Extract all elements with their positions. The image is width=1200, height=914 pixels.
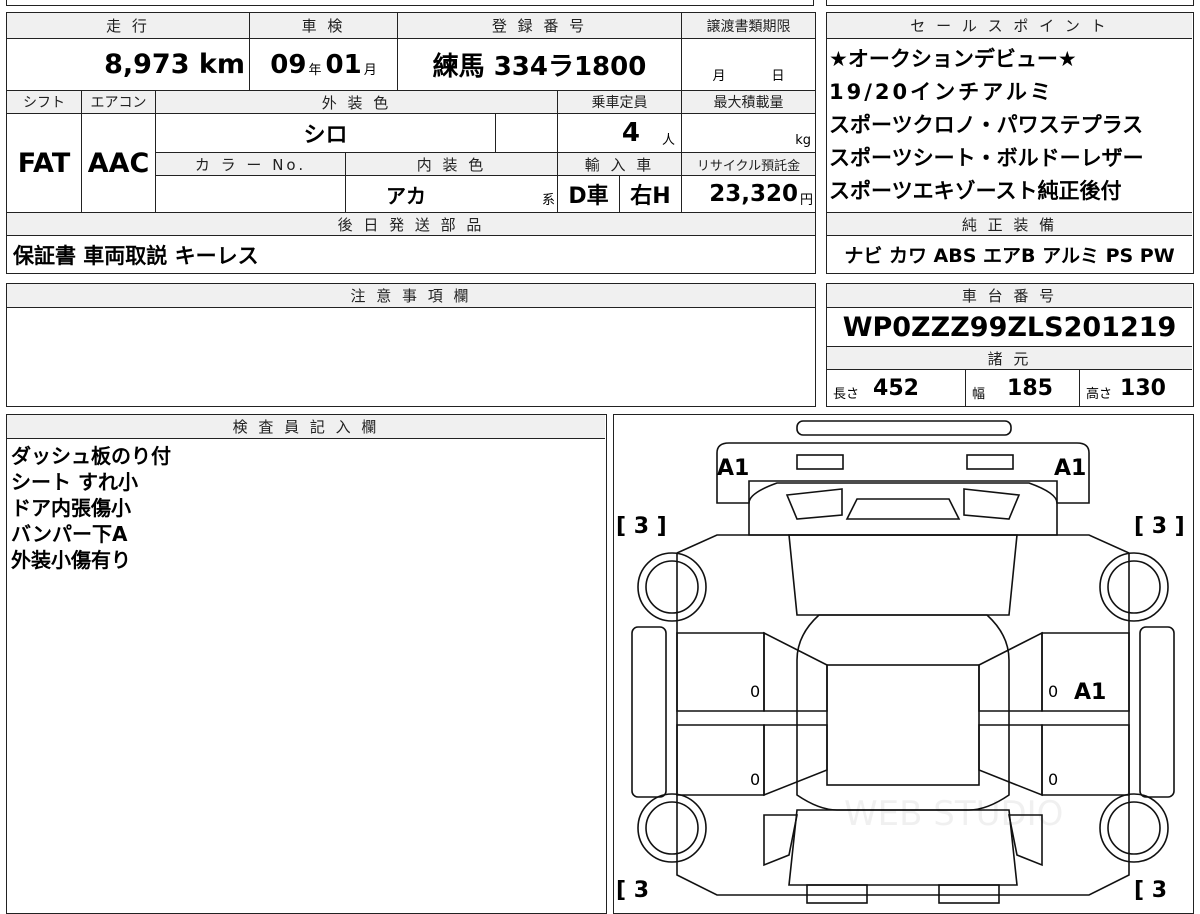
max-load-unit: kg [795, 133, 811, 148]
inspector-header: 検 査 員 記 入 欄 [7, 415, 605, 439]
inspector-line: シート すれ小 [11, 470, 138, 494]
door-fr-value: 0 [1048, 682, 1058, 701]
import-header: 輸 入 車 [557, 152, 681, 176]
shift-header: シフト [7, 90, 81, 114]
mileage-header: 走 行 [7, 13, 249, 39]
sales-point-item: スポーツエキゾースト純正後付 [829, 179, 1122, 203]
shaken-value: 09 年 01 月 [249, 39, 397, 90]
shift-value: FAT [17, 147, 71, 179]
exterior-color-header: 外 装 色 [155, 90, 557, 114]
spec-width-value: 185 [1007, 375, 1053, 401]
spec-width: 幅 185 [965, 370, 1079, 406]
inspector-line: ダッシュ板のり付 [11, 444, 171, 468]
door-rl-value: 0 [750, 770, 760, 789]
exterior-color-value: シロ [155, 114, 495, 152]
watermark: WEB STUDIO [844, 794, 1063, 834]
recycle-fee-header: リサイクル預託金 [681, 152, 815, 176]
accessories-header: 後 日 発 送 部 品 [7, 212, 815, 236]
tread-rear-left: [ 3 [616, 878, 649, 903]
spec-length-value: 452 [873, 375, 919, 401]
specs-header: 諸 元 [827, 346, 1192, 370]
sales-points-box: セ ー ル ス ポ イ ン ト ★オークションデビュー★ 19/20インチアルミ… [826, 12, 1194, 274]
spec-length-label: 長さ [833, 386, 860, 402]
spec-height-value: 130 [1120, 375, 1166, 401]
top-remnant-strip-right [826, 0, 1194, 6]
inspector-notes: ダッシュ板のり付 シート すれ小 ドア内張傷小 バンパー下A 外装小傷有り [11, 443, 171, 573]
shaken-year-unit: 年 [308, 63, 322, 78]
capacity-header: 乗車定員 [557, 90, 681, 114]
damage-diagram-box: A1 A1 [ 3 ] [ 3 ] [ 3 [ 3 0 0 A1 0 0 WEB… [613, 414, 1194, 914]
inspector-line: 外装小傷有り [11, 548, 131, 572]
interior-color-header: 内 装 色 [345, 152, 557, 176]
door-fr-mark: A1 [1074, 680, 1106, 705]
inspector-line: バンパー下A [11, 522, 128, 546]
capacity-number: 4 [621, 118, 640, 148]
accessories-value: 保証書 車両取説 キーレス [13, 243, 259, 268]
chassis-header: 車 台 番 号 [827, 284, 1192, 308]
spec-height-label: 高さ [1086, 386, 1113, 402]
sales-points-header: セ ー ル ス ポ イ ン ト [827, 13, 1192, 39]
exterior-color-extra [495, 114, 557, 152]
transfer-deadline-value: 月 日 [681, 39, 815, 90]
chassis-specs-box: 車 台 番 号 WP0ZZZ99ZLS201219 諸 元 長さ 452 幅 1… [826, 283, 1194, 407]
registration-header: 登 録 番 号 [397, 13, 681, 39]
inspector-box: 検 査 員 記 入 欄 ダッシュ板のり付 シート すれ小 ドア内張傷小 バンパー… [6, 414, 607, 914]
shaken-header: 車 検 [249, 13, 397, 39]
chassis-number: WP0ZZZ99ZLS201219 [842, 311, 1177, 343]
recycle-fee-number: 23,320 [709, 181, 798, 207]
genuine-equipment-header: 純 正 装 備 [827, 212, 1192, 236]
mileage-value: 8,973 km [104, 49, 245, 80]
front-right-mark: A1 [1054, 456, 1086, 481]
interior-color-text: アカ [386, 183, 426, 208]
tread-front-right: [ 3 ] [1134, 514, 1185, 539]
sales-point-item: 19/20インチアルミ [829, 80, 1054, 104]
genuine-equipment-value: ナビ カワ ABS エアB アルミ PS PW [844, 245, 1175, 267]
tread-front-left: [ 3 ] [616, 514, 667, 539]
color-no-value [155, 176, 345, 212]
car-body-diagram: A1 A1 [ 3 ] [ 3 ] [ 3 [ 3 0 0 A1 0 0 WEB… [616, 420, 1185, 904]
aircon-header: エアコン [81, 90, 155, 114]
notes-content [7, 308, 815, 406]
top-remnant-strip [6, 0, 814, 6]
aircon-value: AAC [81, 114, 155, 212]
door-rr-value: 0 [1048, 770, 1058, 789]
recycle-fee-unit: 円 [799, 192, 813, 208]
transfer-month-unit: 月 [712, 69, 726, 84]
front-left-mark: A1 [717, 456, 749, 481]
spec-height: 高さ 130 [1079, 370, 1192, 406]
inspector-line: ドア内張傷小 [11, 496, 131, 520]
recycle-fee-value: 23,320 円 [681, 176, 815, 212]
capacity-unit: 人 [661, 132, 675, 148]
steering-position: 右H [619, 176, 681, 212]
interior-color-value: アカ 系 [345, 176, 557, 212]
shaken-month-unit: 月 [363, 63, 377, 78]
capacity-value: 4 人 [557, 114, 681, 152]
max-load-value: kg [681, 114, 815, 152]
sales-point-item: スポーツクロノ・パワステプラス [829, 113, 1144, 137]
tread-rear-right: [ 3 [1134, 878, 1167, 903]
sales-points-list: ★オークションデビュー★ 19/20インチアルミ スポーツクロノ・パワステプラス… [829, 43, 1144, 208]
notes-box: 注 意 事 項 欄 [6, 283, 816, 407]
door-fl-value: 0 [750, 682, 760, 701]
color-no-header: カ ラ ー No. [155, 152, 345, 176]
shaken-month: 01 [325, 49, 362, 80]
transfer-day-unit: 日 [771, 69, 785, 84]
sales-point-item: スポーツシート・ボルドーレザー [829, 146, 1144, 170]
interior-color-suffix: 系 [541, 192, 555, 208]
import-type: D車 [557, 176, 619, 212]
shaken-year: 09 [270, 49, 307, 80]
notes-header: 注 意 事 項 欄 [7, 284, 815, 308]
sales-point-item: ★オークションデビュー★ [829, 47, 1077, 71]
registration-number: 練馬 334ラ1800 [397, 39, 681, 90]
spec-length: 長さ 452 [827, 370, 965, 406]
max-load-header: 最大積載量 [681, 90, 815, 114]
vehicle-info-table: 走 行 車 検 登 録 番 号 譲渡書類期限 8,973 km 09 年 01 … [6, 12, 816, 274]
spec-width-label: 幅 [972, 386, 986, 402]
transfer-deadline-header: 譲渡書類期限 [681, 13, 815, 39]
